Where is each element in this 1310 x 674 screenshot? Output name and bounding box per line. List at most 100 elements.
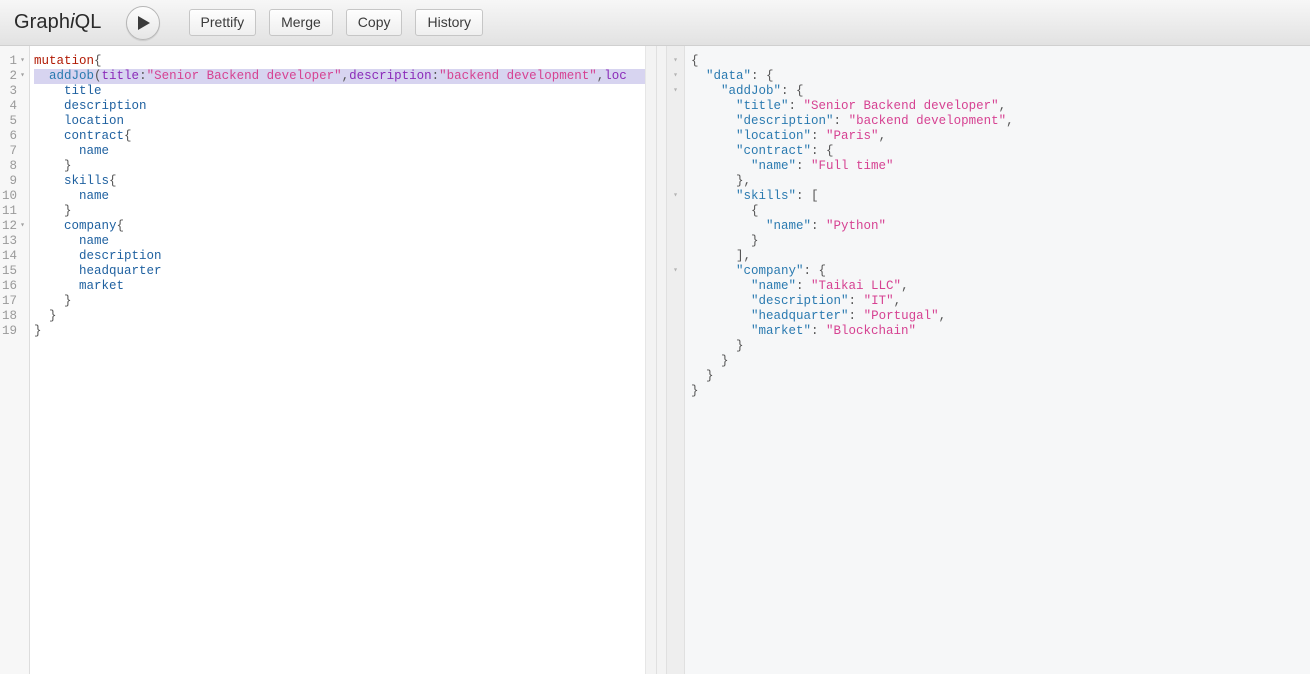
code-token: contract bbox=[34, 129, 125, 143]
execute-query-button[interactable] bbox=[125, 5, 160, 40]
code-token: : { bbox=[803, 264, 827, 278]
query-line-number-gutter[interactable]: 1 ▾ 2 ▾ 3 4 5 6 7 8 9 10 11 12 ▾ 13 14 15 16 17 18 19 bbox=[0, 46, 30, 674]
code-token: : { bbox=[811, 144, 834, 158]
result-fold-gutter[interactable]: ▾ ▾ ▾ ▾ ▾ bbox=[667, 46, 685, 674]
code-line: } bbox=[34, 159, 656, 174]
code-token: : bbox=[833, 114, 849, 128]
toolbar-button-group: Prettify Merge Copy History bbox=[188, 9, 484, 36]
result-line: "name": "Full time" bbox=[691, 159, 1310, 174]
code-token: "Full time" bbox=[811, 159, 894, 173]
result-gutter-row bbox=[667, 114, 684, 129]
line-number: 18 bbox=[1, 309, 17, 323]
code-token: market bbox=[34, 279, 125, 293]
code-token: , bbox=[998, 99, 1007, 113]
result-gutter-row: ▾ bbox=[667, 189, 684, 204]
result-line: } bbox=[691, 384, 1310, 399]
code-token: { bbox=[94, 54, 102, 68]
code-token: "Taikai LLC" bbox=[811, 279, 902, 293]
code-token: } bbox=[34, 294, 72, 308]
result-pane[interactable]: ▾ ▾ ▾ ▾ ▾ { "data": { "addJob": { "title… bbox=[667, 46, 1310, 674]
result-line: "headquarter": "Portugal", bbox=[691, 309, 1310, 324]
graphiql-logo: GraphiQL bbox=[8, 11, 108, 34]
code-token: loc bbox=[604, 69, 627, 83]
result-line: "name": "Python" bbox=[691, 219, 1310, 234]
code-line-selected: addJob(title:"Senior Backend developer",… bbox=[34, 69, 656, 84]
merge-button[interactable]: Merge bbox=[269, 9, 333, 36]
code-token: } bbox=[691, 354, 729, 368]
code-token: headquarter bbox=[34, 264, 162, 278]
fold-arrow-icon[interactable]: ▾ bbox=[18, 69, 27, 84]
logo-suffix: QL bbox=[74, 11, 102, 33]
result-gutter-row bbox=[667, 324, 684, 339]
code-token: : bbox=[796, 279, 812, 293]
code-token: , bbox=[893, 294, 902, 308]
history-button[interactable]: History bbox=[415, 9, 484, 36]
code-line: market bbox=[34, 279, 656, 294]
result-line: { bbox=[691, 54, 1310, 69]
code-token: "title" bbox=[736, 99, 789, 113]
fold-arrow-icon[interactable]: ▾ bbox=[18, 219, 27, 234]
query-editor-scrollbar[interactable] bbox=[645, 46, 656, 674]
code-token: addJob bbox=[49, 69, 95, 83]
result-gutter-row: ▾ bbox=[667, 69, 684, 84]
fold-arrow-icon[interactable]: ▾ bbox=[671, 54, 680, 69]
code-line: company{ bbox=[34, 219, 656, 234]
code-token: : { bbox=[751, 69, 774, 83]
query-editor-code[interactable]: mutation{ addJob(title:"Senior Backend d… bbox=[30, 46, 656, 674]
result-line: } bbox=[691, 369, 1310, 384]
result-line: "name": "Taikai LLC", bbox=[691, 279, 1310, 294]
code-token: "Senior Backend developer" bbox=[146, 69, 342, 83]
query-editor-pane[interactable]: 1 ▾ 2 ▾ 3 4 5 6 7 8 9 10 11 12 ▾ 13 14 15 16 17 18 19 mutatio… bbox=[0, 46, 656, 674]
code-token: } bbox=[34, 204, 72, 218]
code-token: mutation bbox=[34, 54, 95, 68]
fold-arrow-icon[interactable]: ▾ bbox=[18, 54, 27, 69]
code-token: : bbox=[811, 324, 827, 338]
code-token: , bbox=[878, 129, 887, 143]
code-token: description bbox=[34, 249, 162, 263]
result-gutter-row: ▾ bbox=[667, 54, 684, 69]
prettify-button[interactable]: Prettify bbox=[188, 9, 257, 36]
code-line: location bbox=[34, 114, 656, 129]
result-viewer-code[interactable]: { "data": { "addJob": { "title": "Senior… bbox=[685, 46, 1310, 674]
copy-button[interactable]: Copy bbox=[345, 9, 403, 36]
result-gutter-row bbox=[667, 204, 684, 219]
code-token: ( bbox=[94, 69, 102, 83]
result-line: } bbox=[691, 234, 1310, 249]
result-gutter-row bbox=[667, 144, 684, 159]
code-token: , bbox=[938, 309, 947, 323]
code-token: { bbox=[124, 129, 132, 143]
pane-divider[interactable] bbox=[656, 46, 667, 674]
code-token: : bbox=[811, 219, 827, 233]
result-gutter-row bbox=[667, 384, 684, 399]
result-gutter-row bbox=[667, 339, 684, 354]
code-token: } bbox=[691, 339, 744, 353]
fold-arrow-icon[interactable]: ▾ bbox=[671, 69, 680, 84]
code-token: } bbox=[691, 384, 699, 398]
result-gutter-row bbox=[667, 129, 684, 144]
result-gutter-row bbox=[667, 309, 684, 324]
code-token: "IT" bbox=[863, 294, 894, 308]
code-token: "description" bbox=[751, 294, 849, 308]
code-line: } bbox=[34, 309, 656, 324]
line-number: 2 ▾ bbox=[0, 69, 29, 84]
result-gutter-row bbox=[667, 99, 684, 114]
fold-arrow-icon[interactable]: ▾ bbox=[671, 189, 680, 204]
graphiql-app: GraphiQL Prettify Merge Copy History 1 ▾ 2… bbox=[0, 0, 1310, 674]
fold-arrow-icon[interactable]: ▾ bbox=[671, 84, 680, 99]
code-token: "company" bbox=[736, 264, 804, 278]
code-token: }, bbox=[691, 174, 752, 188]
code-token: { bbox=[691, 54, 699, 68]
code-token: "backend development" bbox=[848, 114, 1007, 128]
play-icon bbox=[138, 15, 151, 30]
top-toolbar: GraphiQL Prettify Merge Copy History bbox=[0, 0, 1310, 46]
line-number: 8 bbox=[9, 159, 17, 173]
code-token: title bbox=[101, 69, 140, 83]
fold-arrow-icon[interactable]: ▾ bbox=[671, 264, 680, 279]
line-number: 9 bbox=[9, 174, 17, 188]
result-gutter-row bbox=[667, 279, 684, 294]
